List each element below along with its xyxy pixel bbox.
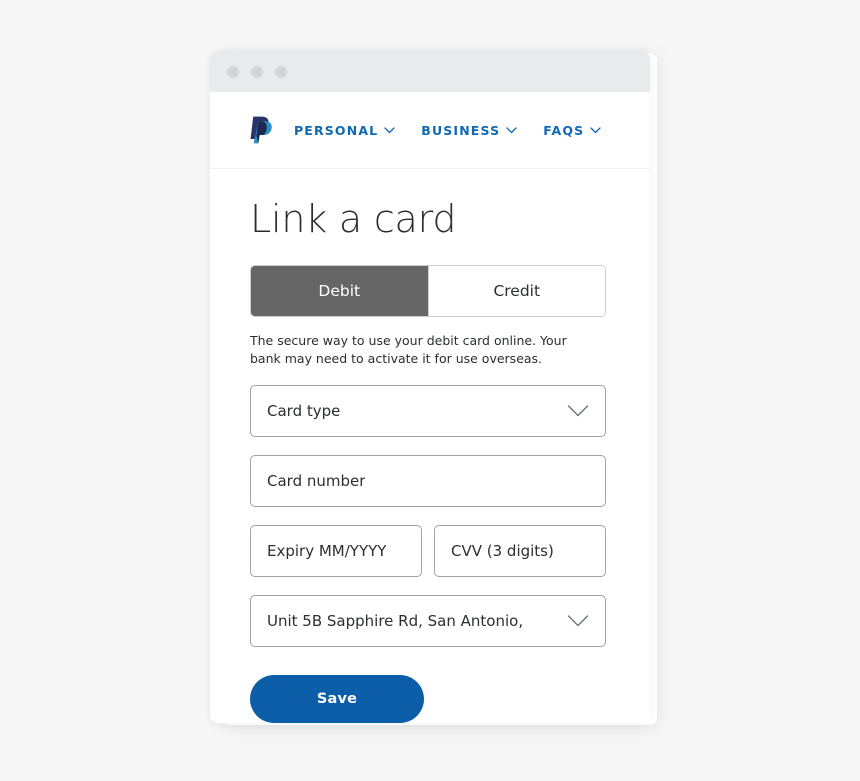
nav-item-business[interactable]: BUSINESS bbox=[421, 123, 517, 138]
cvv-input[interactable]: CVV (3 digits) bbox=[434, 525, 606, 578]
nav-item-faqs[interactable]: FAQS bbox=[543, 123, 601, 138]
minimize-dot-icon[interactable] bbox=[251, 65, 263, 78]
page-body: Link a card Debit Credit The secure way … bbox=[210, 169, 650, 723]
nav-item-business-label: BUSINESS bbox=[421, 122, 501, 138]
card-number-placeholder: Card number bbox=[267, 472, 366, 491]
nav-item-personal[interactable]: PERSONAL bbox=[294, 123, 395, 138]
maximize-dot-icon[interactable] bbox=[275, 65, 287, 78]
nav-item-personal-label: PERSONAL bbox=[294, 122, 379, 138]
page-title: Link a card bbox=[250, 197, 457, 241]
expiry-cvv-row: Expiry MM/YYYY CVV (3 digits) bbox=[250, 507, 610, 578]
chevron-down-icon bbox=[384, 126, 395, 134]
screen: PERSONAL BUSINESS FAQS Link a card Debit… bbox=[0, 0, 860, 781]
billing-address-select[interactable]: Unit 5B Sapphire Rd, San Antonio, bbox=[250, 595, 606, 648]
helper-text: The secure way to use your debit card on… bbox=[250, 332, 567, 366]
chevron-down-icon bbox=[590, 126, 601, 134]
chevron-down-icon bbox=[567, 405, 589, 418]
main-navigation: PERSONAL BUSINESS FAQS bbox=[294, 123, 627, 138]
billing-address-value: Unit 5B Sapphire Rd, San Antonio, bbox=[267, 612, 524, 631]
expiry-placeholder: Expiry MM/YYYY bbox=[267, 542, 387, 561]
card-type-select-value: Card type bbox=[267, 402, 341, 421]
browser-window: PERSONAL BUSINESS FAQS Link a card Debit… bbox=[210, 51, 650, 723]
chevron-down-icon bbox=[567, 615, 589, 628]
card-type-segmented-control: Debit Credit bbox=[250, 264, 606, 317]
close-dot-icon[interactable] bbox=[227, 65, 239, 78]
card-type-select[interactable]: Card type bbox=[250, 385, 606, 438]
card-number-input[interactable]: Card number bbox=[250, 455, 606, 508]
tab-credit[interactable]: Credit bbox=[427, 265, 605, 316]
browser-title-bar bbox=[210, 51, 650, 92]
chevron-down-icon bbox=[506, 126, 517, 134]
nav-item-faqs-label: FAQS bbox=[543, 122, 585, 138]
tab-debit[interactable]: Debit bbox=[251, 265, 428, 316]
paypal-logo[interactable] bbox=[250, 115, 276, 145]
site-header: PERSONAL BUSINESS FAQS bbox=[210, 92, 650, 169]
save-button[interactable]: Save bbox=[250, 675, 424, 723]
cvv-placeholder: CVV (3 digits) bbox=[451, 542, 554, 561]
expiry-input[interactable]: Expiry MM/YYYY bbox=[250, 525, 422, 578]
